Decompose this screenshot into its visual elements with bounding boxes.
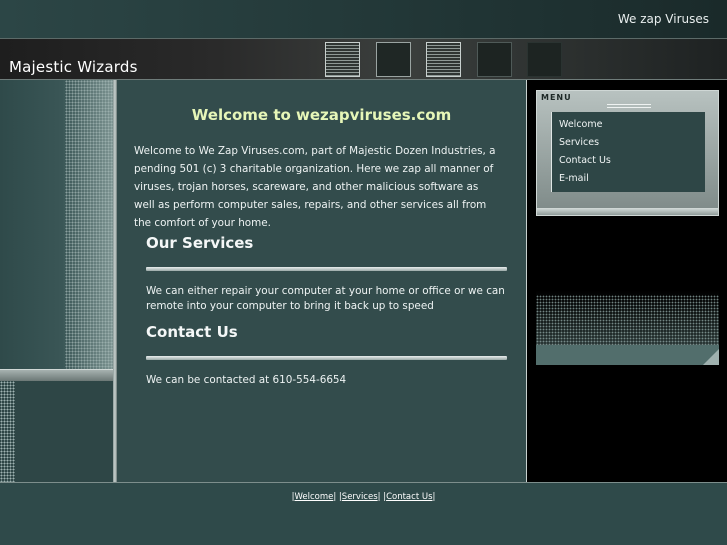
footer-nav: |Welcome| |Services| |Contact Us| [291,492,436,502]
top-bar: We zap Viruses [0,0,727,38]
section-divider [146,267,507,271]
menu-title: MENU [541,93,572,102]
menu-panel: MENU Welcome Services Contact Us E-mail [536,90,719,216]
header-decor-square [527,42,562,77]
section-divider [146,356,507,360]
left-decor-bar [0,369,113,381]
intro-paragraph: Welcome to We Zap Viruses.com, part of M… [134,145,496,229]
menu-grip [607,104,651,108]
footer: |Welcome| |Services| |Contact Us| [0,482,727,545]
welcome-heading: Welcome to wezapviruses.com [191,106,452,124]
footer-link-contact-us[interactable]: Contact Us [386,492,432,502]
site-title: Majestic Wizards [9,58,138,76]
footer-link-services[interactable]: Services [342,492,378,502]
left-lower-panel [0,381,113,482]
main-content: Welcome to wezapviruses.com Welcome to W… [117,80,526,482]
footer-link-welcome[interactable]: Welcome [294,492,333,502]
menu-footer-bar [537,208,718,215]
menu-item-welcome[interactable]: Welcome [559,119,602,130]
header-decor-square [426,42,461,77]
menu-list: Welcome Services Contact Us E-mail [551,112,705,192]
header-band: Majestic Wizards [0,38,727,80]
header-decor-square [477,42,512,77]
menu-item-contact-us[interactable]: Contact Us [559,155,611,166]
services-text: We can either repair your computer at yo… [146,285,505,312]
menu-item-email[interactable]: E-mail [559,173,589,184]
header-decor-square [376,42,411,77]
right-sidebar: MENU Welcome Services Contact Us E-mail [526,80,727,482]
decor-gradient-panel [536,216,719,365]
contact-heading: Contact Us [146,323,238,341]
menu-item-services[interactable]: Services [559,137,599,148]
site-tagline: We zap Viruses [617,12,709,26]
contact-text: We can be contacted at 610-554-6654 [146,374,347,386]
header-decor-square [325,42,360,77]
services-heading: Our Services [146,234,254,252]
